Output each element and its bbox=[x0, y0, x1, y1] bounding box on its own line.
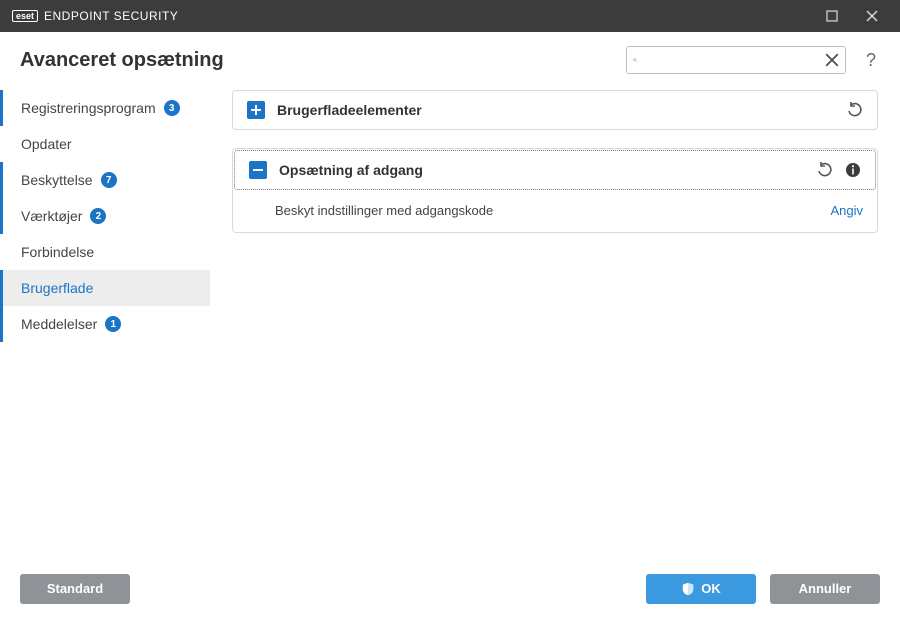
default-button[interactable]: Standard bbox=[20, 574, 130, 604]
sidebar-item-badge: 3 bbox=[164, 100, 180, 116]
search-icon bbox=[633, 53, 637, 67]
footer-bar: Standard OK Annuller bbox=[0, 562, 900, 614]
sidebar-item-label: Meddelelser bbox=[21, 316, 97, 332]
set-password-link[interactable]: Angiv bbox=[830, 203, 863, 218]
sidebar-item-detection[interactable]: Registreringsprogram 3 bbox=[0, 90, 210, 126]
panel-ui-elements: Brugerfladeelementer bbox=[232, 90, 878, 130]
help-button[interactable]: ? bbox=[862, 50, 880, 71]
sidebar-item-label: Værktøjer bbox=[21, 208, 82, 224]
setting-label-password-protect: Beskyt indstillinger med adgangskode bbox=[275, 203, 830, 218]
sidebar-item-notifications[interactable]: Meddelelser 1 bbox=[0, 306, 210, 342]
page-title: Avanceret opsætning bbox=[20, 49, 610, 72]
sidebar-item-badge: 7 bbox=[101, 172, 117, 188]
panel-header-access-setup[interactable]: Opsætning af adgang bbox=[234, 150, 876, 190]
sidebar-item-label: Opdater bbox=[21, 136, 72, 152]
title-bar: eset ENDPOINT SECURITY bbox=[0, 0, 900, 32]
ok-button-label: OK bbox=[701, 581, 721, 596]
panel-title: Brugerfladeelementer bbox=[277, 102, 835, 118]
sidebar-item-label: Brugerflade bbox=[21, 280, 93, 296]
search-clear-button[interactable] bbox=[825, 53, 839, 67]
panel-info-button[interactable] bbox=[845, 162, 861, 178]
app-brand: eset ENDPOINT SECURITY bbox=[12, 9, 178, 23]
panel-access-setup: Opsætning af adgang Beskyt indstillinger… bbox=[232, 148, 878, 233]
sidebar-item-interface[interactable]: Brugerflade bbox=[0, 270, 210, 306]
ok-button[interactable]: OK bbox=[646, 574, 756, 604]
brand-logo-box: eset bbox=[12, 10, 38, 22]
sidebar-item-tools[interactable]: Værktøjer 2 bbox=[0, 198, 210, 234]
search-input[interactable] bbox=[643, 53, 819, 68]
collapse-icon bbox=[249, 161, 267, 179]
panel-header-ui-elements[interactable]: Brugerfladeelementer bbox=[233, 91, 877, 129]
search-field[interactable] bbox=[626, 46, 846, 74]
undo-icon bbox=[847, 102, 863, 118]
revert-button[interactable] bbox=[847, 102, 863, 118]
content-area: Brugerfladeelementer Opsætning af adgang… bbox=[210, 84, 900, 562]
panel-title: Opsætning af adgang bbox=[279, 162, 805, 178]
panel-body-access-setup: Beskyt indstillinger med adgangskode Ang… bbox=[233, 191, 877, 232]
sidebar-item-connection[interactable]: Forbindelse bbox=[0, 234, 210, 270]
maximize-icon bbox=[826, 10, 838, 22]
window-maximize-button[interactable] bbox=[812, 0, 852, 32]
sidebar-item-label: Beskyttelse bbox=[21, 172, 93, 188]
cancel-button[interactable]: Annuller bbox=[770, 574, 880, 604]
sidebar-item-badge: 1 bbox=[105, 316, 121, 332]
sidebar-item-protection[interactable]: Beskyttelse 7 bbox=[0, 162, 210, 198]
sidebar-item-label: Registreringsprogram bbox=[21, 100, 156, 116]
sidebar: Registreringsprogram 3 Opdater Beskyttel… bbox=[0, 84, 210, 562]
undo-icon bbox=[817, 162, 833, 178]
close-icon bbox=[825, 53, 839, 67]
expand-icon bbox=[247, 101, 265, 119]
revert-button[interactable] bbox=[817, 162, 833, 178]
brand-product-name: ENDPOINT SECURITY bbox=[44, 9, 178, 23]
info-icon bbox=[845, 162, 861, 178]
page-header: Avanceret opsætning ? bbox=[0, 32, 900, 84]
close-icon bbox=[866, 10, 878, 22]
shield-icon bbox=[681, 582, 695, 596]
sidebar-item-badge: 2 bbox=[90, 208, 106, 224]
sidebar-item-label: Forbindelse bbox=[21, 244, 94, 260]
sidebar-item-update[interactable]: Opdater bbox=[0, 126, 210, 162]
window-close-button[interactable] bbox=[852, 0, 892, 32]
